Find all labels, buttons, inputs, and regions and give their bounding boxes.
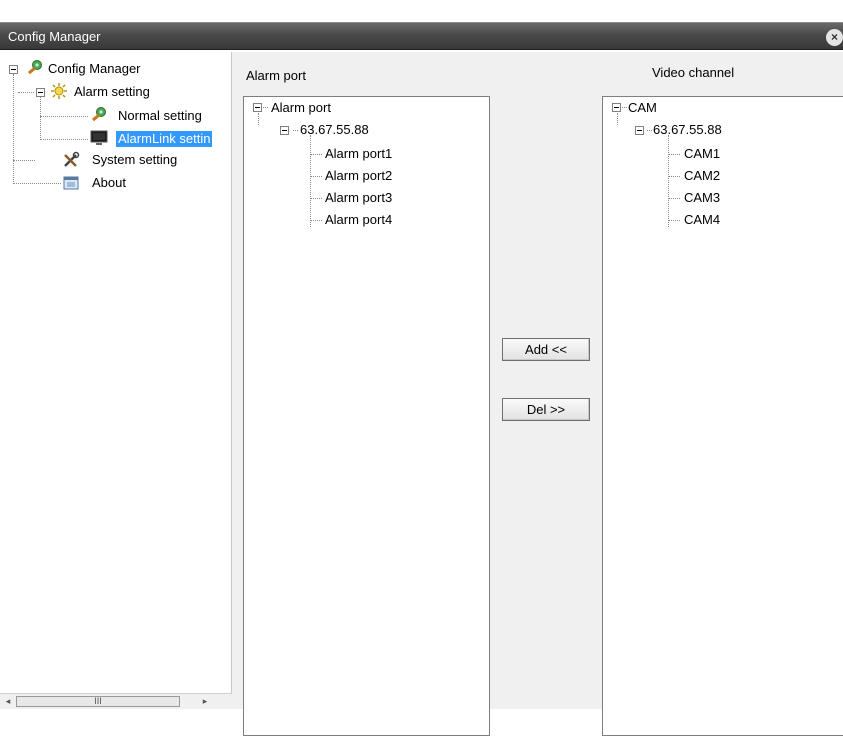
tree-guide-line [647,130,652,131]
alarm-port-item[interactable]: Alarm port1 [325,146,392,162]
alarm-port-item[interactable]: Alarm port4 [325,212,392,228]
tree-guide-line [310,154,322,155]
tree-guide-line [668,135,669,227]
del-button[interactable]: Del >> [502,398,590,421]
sidebar-horizontal-scrollbar[interactable]: ◂ III ▸ [0,693,232,709]
alarm-tree-root[interactable]: Alarm port [271,100,331,116]
tree-guide-line [13,160,35,161]
tree-item-about[interactable]: About [92,175,126,191]
alarm-tree-host[interactable]: 63.67.55.88 [300,122,369,138]
tree-guide-line [13,183,61,184]
collapse-toggle-alarm-port[interactable] [253,103,262,112]
video-channel-item[interactable]: CAM1 [684,146,720,162]
collapse-toggle-config-manager[interactable] [9,65,18,74]
alarm-port-item[interactable]: Alarm port3 [325,190,392,206]
collapse-toggle-alarm-host[interactable] [280,126,289,135]
tree-guide-line [668,176,680,177]
tree-guide-line [40,116,88,117]
tree-guide-line [263,107,268,108]
scroll-left-arrow-icon[interactable]: ◂ [1,695,15,708]
collapse-toggle-alarm-setting[interactable] [36,88,45,97]
tree-guide-line [668,154,680,155]
tree-guide-line [310,135,311,227]
add-button[interactable]: Add << [502,338,590,361]
video-channel-item[interactable]: CAM4 [684,212,720,228]
video-tree-host[interactable]: 63.67.55.88 [653,122,722,138]
title-bar: Config Manager × [0,22,843,50]
window-title: Config Manager [8,29,101,44]
top-strip [0,0,843,22]
tree-guide-line [668,198,680,199]
tree-guide-line [40,96,41,140]
video-channel-label: Video channel [652,65,735,80]
close-button[interactable]: × [826,29,843,46]
tree-guide-line [293,130,298,131]
video-tree-root[interactable]: CAM [628,100,657,116]
tree-guide-line [258,113,259,125]
tree-guide-line [622,107,627,108]
alarm-port-item[interactable]: Alarm port2 [325,168,392,184]
config-wrench-icon [27,60,42,75]
tree-guide-line [18,92,34,93]
scroll-right-arrow-icon[interactable]: ▸ [198,695,212,708]
tree-guide-line [310,198,322,199]
tree-item-normal-setting[interactable]: Normal setting [118,108,202,124]
scroll-thumb[interactable]: III [16,696,180,707]
about-icon [63,176,79,190]
tree-guide-line [310,220,322,221]
sidebar-tree: Config Manager Alarm setting Normal sett… [0,52,232,709]
tree-item-alarmlink-setting[interactable]: AlarmLink settin [116,131,213,147]
tree-item-config-manager[interactable]: Config Manager [48,61,141,77]
main-panel: Alarm port Video channel Alarm port 63.6… [232,52,843,736]
normal-setting-icon [91,107,106,122]
alarm-port-tree[interactable]: Alarm port 63.67.55.88 Alarm port1 Alarm… [243,96,490,736]
video-channel-item[interactable]: CAM2 [684,168,720,184]
tree-guide-line [13,74,14,184]
alarm-port-label: Alarm port [246,68,306,83]
tree-item-alarm-setting[interactable]: Alarm setting [74,84,150,100]
tree-guide-line [310,176,322,177]
collapse-toggle-video-host[interactable] [635,126,644,135]
tree-guide-line [668,220,680,221]
collapse-toggle-cam[interactable] [612,103,621,112]
monitor-icon [90,130,108,145]
video-channel-item[interactable]: CAM3 [684,190,720,206]
alarm-icon [51,83,67,99]
tools-icon [64,151,80,167]
tree-guide-line [40,139,88,140]
tree-item-system-setting[interactable]: System setting [92,152,177,168]
video-channel-tree[interactable]: CAM 63.67.55.88 CAM1 CAM2 CAM3 CAM4 [602,96,843,736]
tree-guide-line [617,113,618,125]
